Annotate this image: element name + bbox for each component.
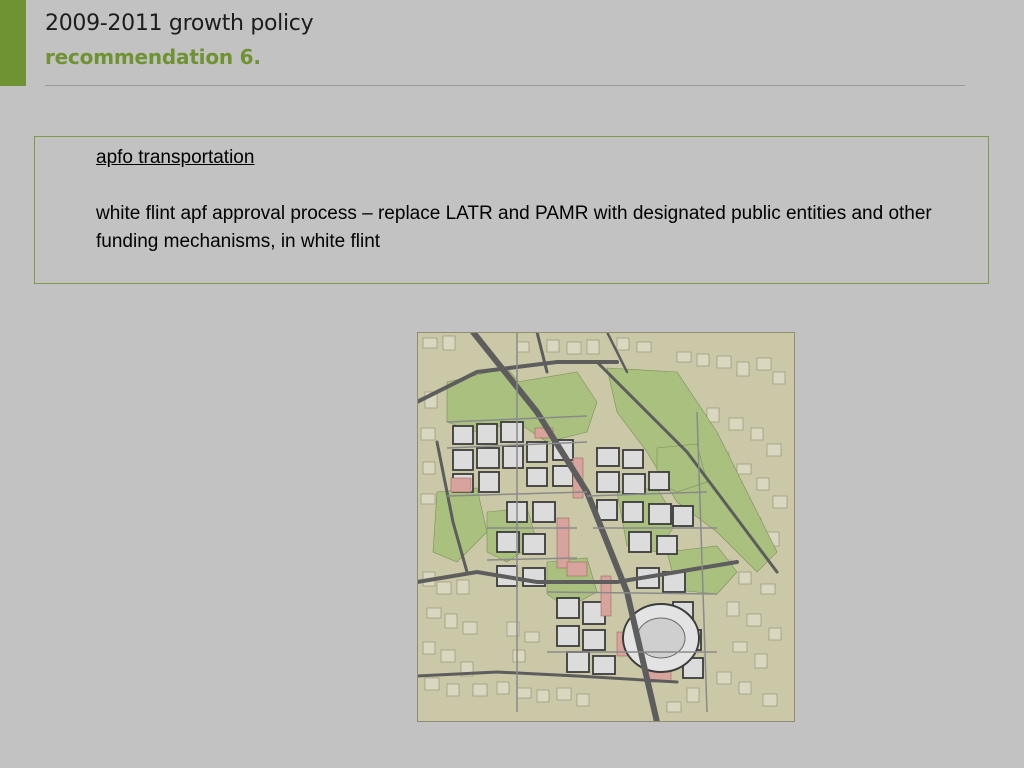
section-body-text: white flint apf approval process – repla… bbox=[96, 203, 932, 252]
content-box: apfo transportation white flint apf appr… bbox=[34, 136, 989, 284]
slide-subtitle: recommendation 6. bbox=[45, 45, 261, 69]
section-heading: apfo transportation bbox=[96, 147, 255, 168]
accent-bar bbox=[0, 0, 26, 86]
title-divider bbox=[45, 85, 965, 86]
site-plan-map bbox=[417, 332, 795, 722]
slide-title: 2009-2011 growth policy bbox=[45, 11, 314, 36]
site-plan-map-image bbox=[417, 332, 795, 722]
